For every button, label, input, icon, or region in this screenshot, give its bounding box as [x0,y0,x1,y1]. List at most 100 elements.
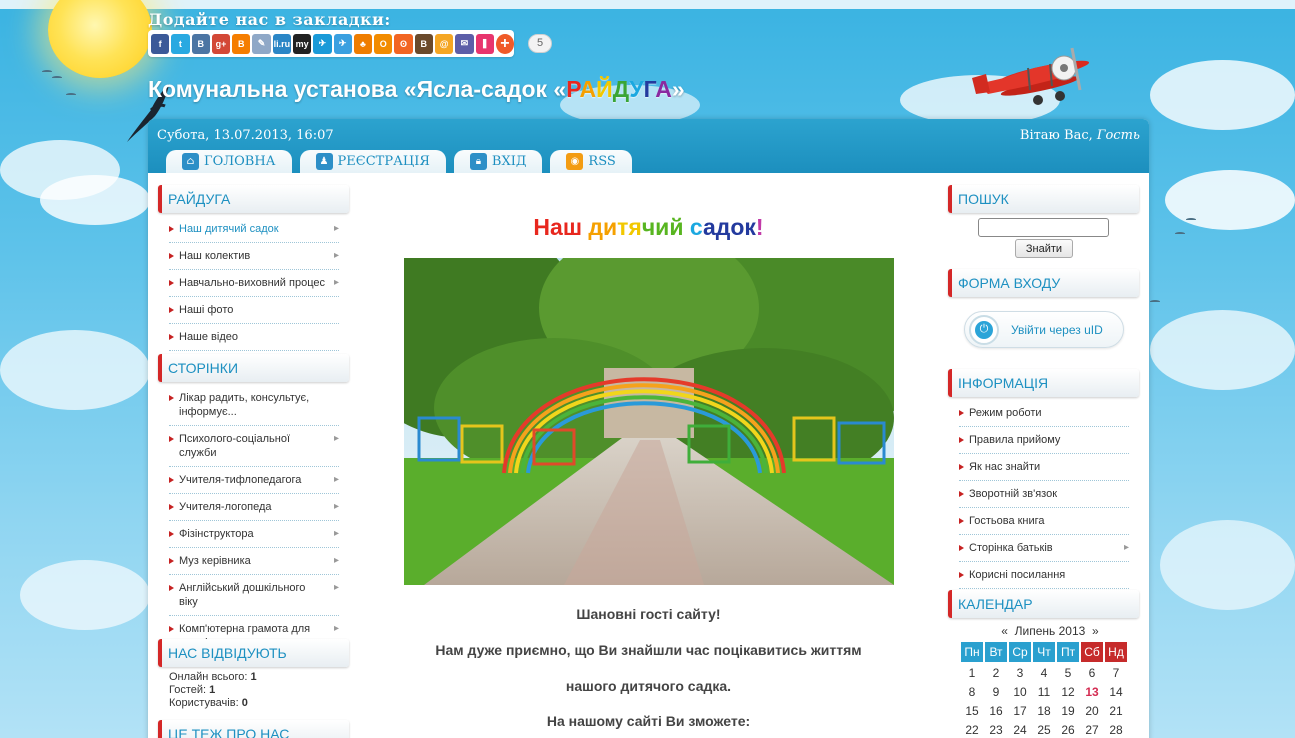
calendar-day[interactable]: 26 [1056,720,1080,738]
tab-home[interactable]: ⌂ ГОЛОВНА [166,150,292,173]
calendar-day[interactable]: 12 [1056,682,1080,701]
menu-item-label: Гостьова книга [969,515,1045,527]
menu-item-label: Наш колектив [179,250,251,262]
google-plus-share-icon[interactable]: g+ [211,33,231,54]
site-title[interactable]: Комунальна установа «Ясла-садок «РАЙДУГА… [148,76,685,103]
calendar-day[interactable]: 22 [960,720,984,738]
calendar-day[interactable]: 6 [1080,663,1104,682]
calendar-day[interactable]: 13 [1080,682,1104,701]
menu-item[interactable]: Правила прийому [959,427,1129,454]
search-button[interactable]: Знайти [1015,239,1073,258]
calendar-prev[interactable]: « [1001,624,1008,638]
calendar-day[interactable]: 25 [1032,720,1056,738]
calendar-day[interactable]: 15 [960,701,984,720]
block-title-pages: Сторінки [158,354,349,382]
odnoklassniki-share-icon[interactable]: О [374,33,393,54]
calendar-day[interactable]: 17 [1008,701,1032,720]
facebook-share-icon[interactable]: f [151,33,170,54]
calendar-day[interactable]: 19 [1056,701,1080,720]
bird-decoration [1186,218,1196,221]
bookmarks-share-icon[interactable]: ❚ [475,33,494,54]
uid-login-label: Увійти через uID [1011,322,1103,337]
email-share-icon[interactable]: ✉ [455,33,474,54]
menu-item-label: Наші фото [179,304,234,316]
guests-count: 1 [209,684,216,696]
menu-item[interactable]: Фізінструктора ▸ [169,521,339,548]
calendar-day[interactable]: 21 [1104,701,1128,720]
blogger-share-icon[interactable]: B [232,33,251,54]
menu-item[interactable]: Учителя-логопеда ▸ [169,494,339,521]
menu-item[interactable]: Корисні посилання [959,562,1129,589]
calendar-next[interactable]: » [1092,624,1099,638]
menu-item[interactable]: Зворотній зв'язок [959,481,1129,508]
info-menu: Режим роботи Правила прийому Як нас знайти… [959,400,1129,589]
odnoklassniki-run-share-icon[interactable]: ♣ [353,33,373,54]
mailru-bird-share-icon[interactable]: ✈ [313,33,332,54]
calendar-day[interactable]: 9 [984,682,1008,701]
block-title-also: Це теж про нас [158,720,349,738]
menu-item-label: Учителя-логопеда [179,501,272,513]
calendar-day[interactable]: 27 [1080,720,1104,738]
livejournal-share-icon[interactable]: ✎ [252,33,271,54]
calendar-day[interactable]: 10 [1008,682,1032,701]
calendar-day[interactable]: 2 [984,663,1008,682]
calendar-day[interactable]: 28 [1104,720,1128,738]
kindergarten-photo [404,258,894,585]
menu-item-label: Муз керівника [179,555,251,567]
calendar-day[interactable]: 20 [1080,701,1104,720]
calendar-day[interactable]: 3 [1008,663,1032,682]
rss-icon: ◉ [566,153,584,170]
calendar-day[interactable]: 23 [984,720,1008,738]
content-title-part: чий [641,214,690,240]
calendar-day[interactable]: 4 [1032,663,1056,682]
content-title-part: тя [617,214,642,240]
menu-item[interactable]: Як нас знайти [959,454,1129,481]
calendar-day[interactable]: 7 [1104,663,1128,682]
menu-item[interactable]: Англійський дошкільного віку ▸ [169,575,339,616]
calendar-day[interactable]: 14 [1104,682,1128,701]
menu-item[interactable]: Гостьова книга [959,508,1129,535]
content-paragraph-1: Шановні гості сайту! [576,606,721,622]
tab-label: РЕЄСТРАЦІЯ [337,154,430,169]
bird-decoration [42,70,52,73]
menu-item[interactable]: Наш колектив ▸ [169,243,339,270]
menu-item[interactable]: Учителя-тифлопедагога ▸ [169,467,339,494]
search-input[interactable] [978,218,1109,237]
menu-item[interactable]: Психолого-соціальної служби ▸ [169,426,339,467]
uid-icon: ⏻ [969,314,999,345]
menu-item[interactable]: Лікар радить, консультує, інформує... [169,385,339,426]
menu-item[interactable]: Наше відео [169,324,339,351]
uid-login-button[interactable]: ⏻ Увійти через uID [964,311,1124,348]
liveinternet-share-icon[interactable]: li.ru [272,33,291,54]
calendar-weekday: Чт [1032,641,1056,663]
calendar-week-row: 1234567 [960,663,1128,682]
tab-rss[interactable]: ◉ RSS [550,150,632,173]
cloud-decoration [1165,170,1295,230]
tab-lock[interactable]: 🔒︎ ВХІД [453,150,543,173]
menu-item[interactable]: Режим роботи [959,400,1129,427]
calendar-day[interactable]: 18 [1032,701,1056,720]
calendar-day[interactable]: 8 [960,682,984,701]
menu-item[interactable]: Наш дитячий садок ▸ [169,216,339,243]
menu-item[interactable]: Наші фото [169,297,339,324]
share-count[interactable]: 5 [528,34,553,53]
menu-item[interactable]: Сторінка батьків ▸ [959,535,1129,562]
more-share-icon[interactable]: + [495,33,515,54]
twitter-share-icon[interactable]: t [171,33,190,54]
mail-at-share-icon[interactable]: @ [434,33,454,54]
rutvit-share-icon[interactable]: ʘ [394,33,413,54]
myspace-share-icon[interactable]: my [292,33,312,54]
chevron-right-icon: ▸ [333,528,339,539]
greeting-text: Вітаю Вас, [1019,128,1093,143]
menu-item[interactable]: Навчально-виховний процес ▸ [169,270,339,297]
calendar-day[interactable]: 11 [1032,682,1056,701]
menu-item[interactable]: Муз керівника ▸ [169,548,339,575]
bobrdobr-share-icon[interactable]: B [414,33,433,54]
vkontakte-share-icon[interactable]: B [191,33,210,54]
surfingbird-share-icon[interactable]: ✈ [333,33,352,54]
calendar-day[interactable]: 1 [960,663,984,682]
calendar-day[interactable]: 16 [984,701,1008,720]
calendar-day[interactable]: 24 [1008,720,1032,738]
calendar-day[interactable]: 5 [1056,663,1080,682]
tab-user[interactable]: ♟ РЕЄСТРАЦІЯ [299,150,446,173]
